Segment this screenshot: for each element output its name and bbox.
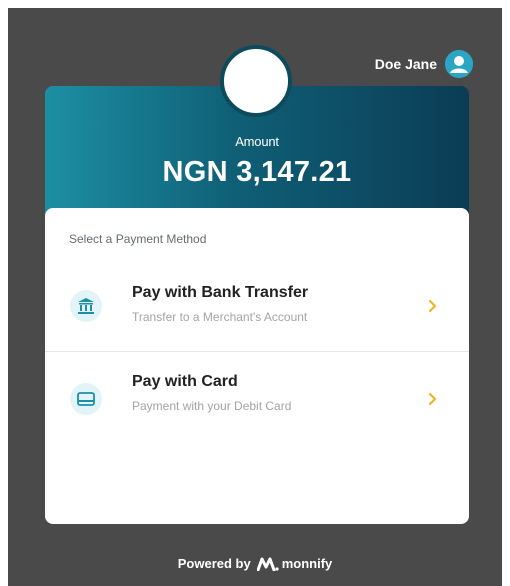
monnify-logo-icon: [256, 557, 279, 571]
card-text: Pay with Card Payment with your Debit Ca…: [132, 373, 291, 413]
chevron-right-icon: [427, 393, 439, 405]
payment-methods-panel: Select a Payment Method Pay with Bank Tr…: [45, 208, 469, 524]
pay-with-card-option[interactable]: Pay with Card Payment with your Debit Ca…: [45, 353, 469, 445]
card-icon: [70, 383, 102, 415]
merchant-logo: [220, 45, 292, 117]
method-subtitle: Transfer to a Merchant's Account: [132, 310, 308, 324]
amount-value: NGN 3,147.21: [162, 156, 352, 188]
section-title: Select a Payment Method: [69, 232, 207, 246]
method-title: Pay with Bank Transfer: [132, 284, 309, 301]
powered-by-text: Powered by: [177, 556, 251, 571]
chevron-right-icon: [427, 299, 439, 312]
method-subtitle: Payment with your Debit Card: [132, 399, 292, 413]
brand-name: monnify: [281, 556, 333, 571]
user-avatar-icon: [445, 50, 473, 78]
pay-with-bank-transfer-option[interactable]: Pay with Bank Transfer Transfer to a Mer…: [45, 260, 469, 352]
bank-transfer-text: Pay with Bank Transfer Transfer to a Mer…: [132, 284, 308, 324]
amount-label: Amount: [235, 134, 279, 149]
powered-by-footer: Powered by monnify: [0, 556, 510, 571]
user-profile[interactable]: Doe Jane: [375, 50, 473, 78]
bank-icon: [70, 289, 102, 322]
method-title: Pay with Card: [132, 373, 238, 390]
monnify-brand: monnify: [256, 556, 333, 571]
user-name: Doe Jane: [374, 56, 437, 72]
